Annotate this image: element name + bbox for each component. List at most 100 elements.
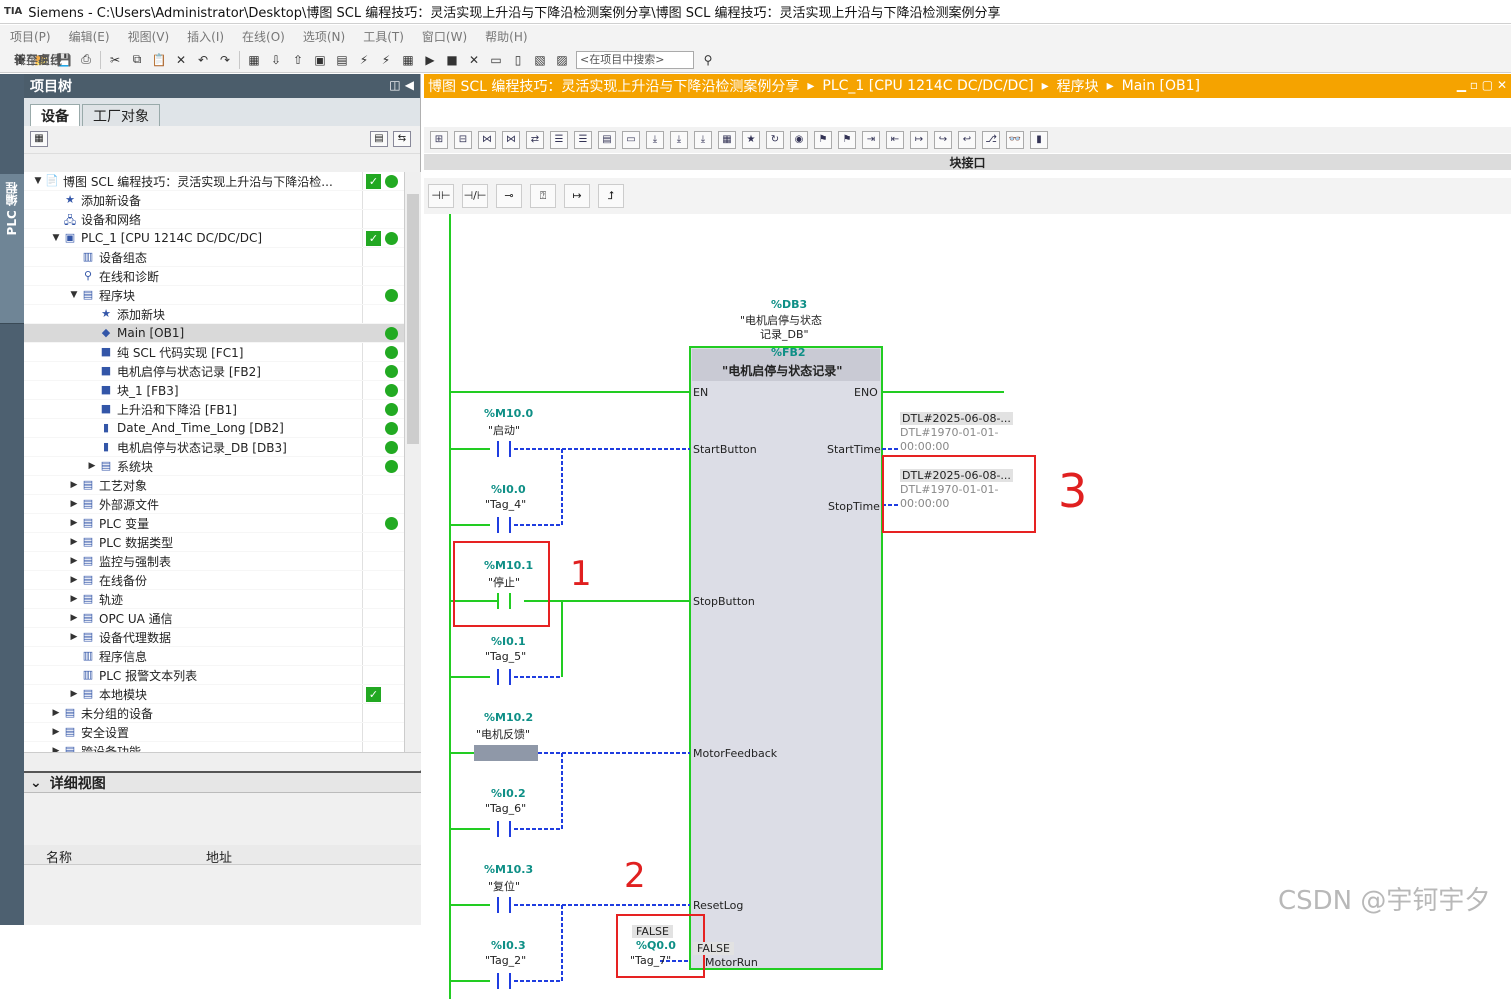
detail-view-header[interactable]: ⌄ 详细视图 (24, 771, 421, 793)
tree-item[interactable]: ▥ 设备组态 (24, 248, 404, 267)
start-cpu-icon[interactable]: ▶ (422, 51, 438, 69)
tree-item[interactable]: ▶ ▤ 工艺对象 (24, 476, 404, 495)
menu-window[interactable]: 窗口(W) (422, 28, 467, 45)
tree-item[interactable]: ▮ 电机启停与状态记录_DB [DB3] (24, 438, 404, 457)
contact-name[interactable]: "Tag_4" (485, 498, 526, 511)
expand-toggle-icon[interactable]: ▼ (50, 233, 62, 243)
compile-icon[interactable]: ▦ (246, 51, 262, 69)
stoptime-value[interactable]: DTL#2025-06-08-... (900, 469, 1013, 482)
list-icon[interactable]: ☰ (574, 131, 592, 149)
simulation-icon[interactable]: ▣ (312, 51, 328, 69)
expand-toggle-icon[interactable]: ▶ (68, 575, 80, 585)
chevron-down-icon[interactable]: ⌄ (30, 775, 42, 791)
fb-name[interactable]: "电机启停与状态记录" (722, 362, 843, 379)
tree-sync-icon[interactable]: ⇆ (393, 131, 411, 147)
insert-icon[interactable]: ⤓ (670, 131, 688, 149)
stop-cpu-icon[interactable]: ■ (444, 51, 460, 69)
paste-icon[interactable]: 📋 (151, 51, 167, 69)
tree-item[interactable]: ▶ ▤ 本地模块 ✓ (24, 685, 404, 704)
tree-vertical-scrollbar[interactable] (404, 172, 421, 752)
tree-list-icon[interactable]: ▤ (370, 131, 388, 147)
tree-item[interactable]: ▶ ▤ 轨迹 (24, 590, 404, 609)
breadcrumb-plc[interactable]: PLC_1 [CPU 1214C DC/DC/DC] (822, 78, 1033, 94)
project-search-input[interactable]: <在项目中搜索> (576, 50, 694, 69)
expand-toggle-icon[interactable]: ▶ (68, 556, 80, 566)
menu-project[interactable]: 项目(P) (10, 28, 51, 45)
split-horizontal-icon[interactable]: ▭ (488, 51, 504, 69)
open-branch-icon[interactable]: ↦ (564, 184, 590, 208)
expand-toggle-icon[interactable]: ▶ (68, 480, 80, 490)
insert-network-icon[interactable]: ⊞ (430, 131, 448, 149)
column-address[interactable]: 地址 (206, 847, 232, 866)
expand-toggle-icon[interactable]: ▶ (50, 727, 62, 737)
tree-item[interactable]: ▼ ▤ 程序块 (24, 286, 404, 305)
expand-toggle-icon[interactable]: ▶ (68, 518, 80, 528)
expand-toggle-icon[interactable]: ▶ (68, 632, 80, 642)
start-simulation-icon[interactable]: ▤ (334, 51, 350, 69)
tree-item[interactable]: ■ 电机启停与状态记录 [FB2] (24, 362, 404, 381)
compare-icon[interactable]: ⇄ (526, 131, 544, 149)
scrollbar-thumb[interactable] (407, 194, 419, 444)
expand-toggle-icon[interactable]: ▶ (68, 537, 80, 547)
contact-name[interactable]: "启动" (488, 422, 520, 438)
menu-insert[interactable]: 插入(I) (187, 28, 224, 45)
tree-item[interactable]: ▶ ▤ 跨设备功能 (24, 742, 404, 752)
accessible-devices-icon[interactable]: ▦ (400, 51, 416, 69)
no-contact-icon[interactable]: ⊣⊢ (428, 184, 454, 208)
cross-ref-icon[interactable]: ▧ (532, 51, 548, 69)
indent-icon[interactable]: ⇥ (862, 131, 880, 149)
nc-contact-icon[interactable]: ⊣/⊢ (462, 184, 488, 208)
plc-programming-tab[interactable]: PLC 编程 (0, 174, 24, 324)
list-icon[interactable]: ☰ (550, 131, 568, 149)
tree-item[interactable]: ★ 添加新设备 (24, 191, 404, 210)
contact-name[interactable]: "电机反馈" (476, 726, 530, 742)
expand-toggle-icon[interactable]: ▶ (68, 594, 80, 604)
tree-item[interactable]: ▶ ▤ 安全设置 (24, 723, 404, 742)
tree-item[interactable]: ▶ ▤ 未分组的设备 (24, 704, 404, 723)
jump-icon[interactable]: ↪ (934, 131, 952, 149)
tree-item[interactable]: ▶ ▤ 外部源文件 (24, 495, 404, 514)
expand-toggle-icon[interactable]: ▶ (68, 499, 80, 509)
tab-plant-objects[interactable]: 工厂对象 (82, 104, 160, 126)
tree-item[interactable]: ▶ ▤ 设备代理数据 (24, 628, 404, 647)
search-icon[interactable]: ⚲ (700, 51, 716, 69)
breadcrumb-program-blocks[interactable]: 程序块 (1057, 76, 1099, 96)
redo-icon[interactable]: ↷ (217, 51, 233, 69)
contact-name[interactable]: "Tag_6" (485, 802, 526, 815)
close-icon[interactable]: ✕ (466, 51, 482, 69)
split-vertical-icon[interactable]: ▯ (510, 51, 526, 69)
column-name[interactable]: 名称 (46, 847, 72, 866)
insert-icon[interactable]: ⤓ (646, 131, 664, 149)
menu-online[interactable]: 在线(O) (242, 28, 285, 45)
menu-help[interactable]: 帮助(H) (485, 28, 527, 45)
go-offline-button[interactable]: 转至离线 (12, 51, 64, 69)
tree-item[interactable]: ▶ ▤ 在线备份 (24, 571, 404, 590)
tree-item[interactable]: ■ 纯 SCL 代码实现 [FC1] (24, 343, 404, 362)
breadcrumb-project[interactable]: 博图 SCL 编程技巧：灵活实现上升沿与下降沿检测案例分享 (428, 76, 799, 96)
print-icon[interactable]: ⎙ (78, 51, 94, 69)
indent-icon[interactable]: ⇤ (886, 131, 904, 149)
connect-icon[interactable]: ⎇ (982, 131, 1000, 149)
contact-name[interactable]: "复位" (488, 878, 520, 894)
insert-icon[interactable]: ⤓ (694, 131, 712, 149)
tree-item[interactable]: ▥ PLC 报警文本列表 (24, 666, 404, 685)
tree-item[interactable]: ▮ Date_And_Time_Long [DB2] (24, 419, 404, 438)
mark-icon[interactable]: ⚑ (838, 131, 856, 149)
expand-toggle-icon[interactable]: ▶ (68, 689, 80, 699)
delete-network-icon[interactable]: ⊟ (454, 131, 472, 149)
download-icon[interactable]: ⇩ (268, 51, 284, 69)
menu-options[interactable]: 选项(N) (303, 28, 345, 45)
expand-toggle-icon[interactable]: ▶ (50, 708, 62, 718)
tree-item[interactable]: ▥ 程序信息 (24, 647, 404, 666)
monitor-icon[interactable]: ◉ (790, 131, 808, 149)
menu-edit[interactable]: 编辑(E) (69, 28, 110, 45)
favorites-icon[interactable]: ★ (742, 131, 760, 149)
step-icon[interactable]: ↦ (910, 131, 928, 149)
db-icon[interactable]: ▮ (1030, 131, 1048, 149)
tab-devices[interactable]: 设备 (30, 104, 80, 126)
tree-item[interactable]: ⚲ 在线和诊断 (24, 267, 404, 286)
tree-item[interactable]: ★ 添加新块 (24, 305, 404, 324)
network-icon[interactable]: ⋈ (478, 131, 496, 149)
tree-item[interactable]: ■ 上升沿和下降沿 [FB1] (24, 400, 404, 419)
table-icon[interactable]: ▤ (598, 131, 616, 149)
